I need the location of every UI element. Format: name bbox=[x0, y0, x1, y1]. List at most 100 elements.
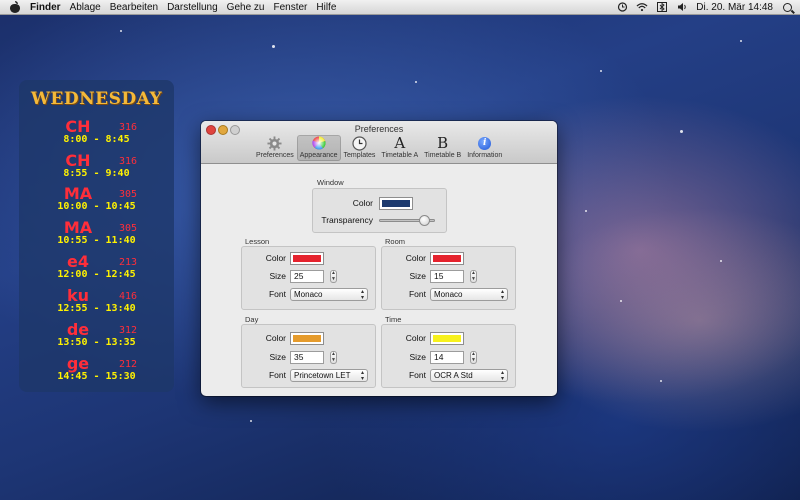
day-font-value: Princetown LET bbox=[294, 371, 351, 380]
lesson-time: 13:50 - 13:35 bbox=[57, 337, 136, 348]
menu-bearbeiten[interactable]: Bearbeiten bbox=[110, 2, 158, 13]
time-group-label: Time bbox=[385, 315, 402, 324]
timetable-widget[interactable]: WEDNESDAY CH 316 8:00 - 8:45 CH 316 8:55… bbox=[19, 80, 174, 392]
time-size-label: Size bbox=[409, 352, 426, 362]
window-title: Preferences bbox=[354, 124, 404, 134]
star bbox=[585, 210, 587, 212]
letter-a-icon: A bbox=[394, 134, 406, 152]
preferences-toolbar: Preferences Appearance Templates A Timet… bbox=[253, 134, 505, 161]
lesson-group-box: Color Size 25 ▲ ▼ Font Monaco ▴ ▾ bbox=[241, 246, 376, 310]
info-icon: i bbox=[477, 135, 493, 151]
tab-appearance[interactable]: Appearance bbox=[296, 135, 341, 161]
star bbox=[740, 40, 742, 42]
time-size-field[interactable]: 14 bbox=[430, 351, 464, 364]
chevron-updown-icon: ▴ ▾ bbox=[500, 370, 504, 382]
lesson-time: 10:55 - 11:40 bbox=[57, 235, 136, 246]
lesson-group-label: Lesson bbox=[245, 237, 270, 246]
tab-label: Appearance bbox=[299, 152, 338, 159]
widget-day-title: WEDNESDAY bbox=[30, 89, 163, 109]
tab-templates[interactable]: Templates bbox=[341, 135, 379, 161]
room-font-popup[interactable]: Monaco ▴ ▾ bbox=[430, 288, 508, 301]
lesson-item: MA 305 10:00 - 10:45 bbox=[19, 184, 174, 218]
time-size-stepper[interactable]: ▲ ▼ bbox=[470, 351, 477, 364]
time-color-label: Color bbox=[405, 333, 426, 343]
time-font-label: Font bbox=[408, 370, 426, 380]
letter-b-icon: B bbox=[437, 134, 449, 152]
tab-label: Preferences bbox=[256, 152, 294, 159]
room-font-value: Monaco bbox=[434, 290, 463, 299]
transparency-label: Transparency bbox=[321, 215, 373, 225]
menu-fenster[interactable]: Fenster bbox=[273, 2, 307, 13]
apple-menu-icon[interactable] bbox=[10, 0, 20, 13]
lesson-item: CH 316 8:00 - 8:45 bbox=[19, 117, 174, 151]
room-size-stepper[interactable]: ▲ ▼ bbox=[470, 270, 477, 283]
lesson-time: 8:00 - 8:45 bbox=[63, 134, 130, 145]
lesson-room: 312 bbox=[119, 325, 138, 336]
preferences-window: Preferences Preferences Appearance Templ… bbox=[201, 121, 557, 396]
star bbox=[120, 30, 122, 32]
lesson-item: ku 416 12:55 - 13:40 bbox=[19, 286, 174, 320]
lesson-item: e4 213 12:00 - 12:45 bbox=[19, 252, 174, 286]
time-font-popup[interactable]: OCR A Std ▴ ▾ bbox=[430, 369, 508, 382]
menu-clock[interactable]: Di. 20. Mär 14:48 bbox=[696, 2, 773, 13]
spotlight-search-icon[interactable] bbox=[783, 2, 792, 12]
lesson-item: CH 316 8:55 - 9:40 bbox=[19, 151, 174, 185]
day-size-stepper[interactable]: ▲ ▼ bbox=[330, 351, 337, 364]
chevron-updown-icon: ▴ ▾ bbox=[360, 370, 364, 382]
lesson-time: 12:55 - 13:40 bbox=[57, 303, 136, 314]
info-glyph: i bbox=[478, 136, 492, 150]
star bbox=[720, 260, 722, 262]
lesson-color-label: Color bbox=[265, 253, 286, 263]
lesson-size-stepper[interactable]: ▲ ▼ bbox=[330, 270, 337, 283]
time-machine-icon[interactable] bbox=[616, 2, 628, 12]
day-color-label: Color bbox=[265, 333, 286, 343]
lesson-room: 212 bbox=[119, 359, 138, 370]
lesson-size-field[interactable]: 25 bbox=[290, 270, 324, 283]
room-color-well[interactable] bbox=[430, 252, 464, 265]
tab-label: Timetable B bbox=[424, 152, 462, 159]
day-color-well[interactable] bbox=[290, 332, 324, 345]
lesson-font-popup[interactable]: Monaco ▴ ▾ bbox=[290, 288, 368, 301]
menu-hilfe[interactable]: Hilfe bbox=[316, 2, 336, 13]
tab-label: Timetable A bbox=[381, 152, 419, 159]
tab-timetable-b[interactable]: B Timetable B bbox=[421, 134, 464, 161]
clock-icon bbox=[351, 135, 367, 151]
star bbox=[250, 420, 252, 422]
time-color-well[interactable] bbox=[430, 332, 464, 345]
menu-gehe-zu[interactable]: Gehe zu bbox=[227, 2, 265, 13]
window-group-box: Color Transparency bbox=[312, 188, 447, 233]
lesson-time: 10:00 - 10:45 bbox=[57, 201, 136, 212]
lesson-font-label: Font bbox=[268, 289, 286, 299]
star bbox=[680, 130, 683, 133]
tab-information[interactable]: i Information bbox=[464, 135, 505, 161]
day-size-label: Size bbox=[269, 352, 286, 362]
tab-timetable-a[interactable]: A Timetable A bbox=[378, 134, 421, 161]
time-group-box: Color Size 14 ▲ ▼ Font OCR A Std ▴ ▾ bbox=[381, 324, 516, 388]
window-color-well[interactable] bbox=[379, 197, 413, 210]
day-group-box: Color Size 35 ▲ ▼ Font Princetown LET ▴ ▾ bbox=[241, 324, 376, 388]
star bbox=[600, 70, 602, 72]
bluetooth-icon[interactable] bbox=[656, 2, 668, 12]
lesson-item: MA 305 10:55 - 11:40 bbox=[19, 218, 174, 252]
transparency-slider-knob[interactable] bbox=[419, 215, 430, 226]
day-size-field[interactable]: 35 bbox=[290, 351, 324, 364]
room-size-label: Size bbox=[409, 271, 426, 281]
star bbox=[620, 300, 622, 302]
menu-darstellung[interactable]: Darstellung bbox=[167, 2, 218, 13]
room-size-field[interactable]: 15 bbox=[430, 270, 464, 283]
menu-bar: Finder Ablage Bearbeiten Darstellung Geh… bbox=[0, 0, 800, 15]
menu-ablage[interactable]: Ablage bbox=[70, 2, 101, 13]
status-menus: Di. 20. Mär 14:48 bbox=[616, 0, 800, 14]
volume-icon[interactable] bbox=[676, 2, 688, 12]
lesson-room: 316 bbox=[119, 122, 138, 133]
gear-icon bbox=[267, 135, 283, 151]
wifi-icon[interactable] bbox=[636, 2, 648, 12]
color-wheel-icon bbox=[311, 135, 327, 151]
lesson-color-well[interactable] bbox=[290, 252, 324, 265]
day-font-popup[interactable]: Princetown LET ▴ ▾ bbox=[290, 369, 368, 382]
window-titlebar[interactable]: Preferences Preferences Appearance Templ… bbox=[201, 121, 557, 164]
menu-app-finder[interactable]: Finder bbox=[30, 2, 61, 13]
room-group-box: Color Size 15 ▲ ▼ Font Monaco ▴ ▾ bbox=[381, 246, 516, 310]
tab-preferences[interactable]: Preferences bbox=[253, 135, 297, 161]
day-group-label: Day bbox=[245, 315, 259, 324]
